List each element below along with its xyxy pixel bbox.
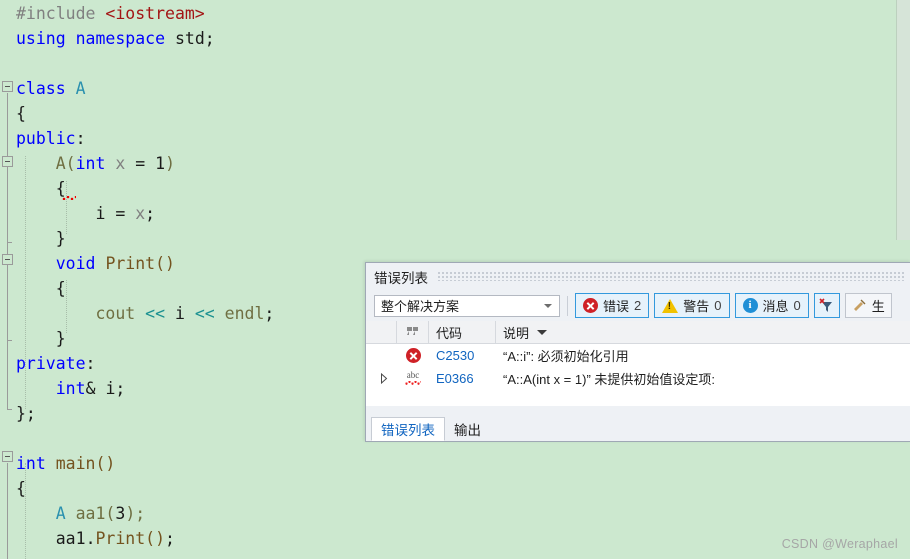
code-line-text: A(int x = 1) (55, 154, 175, 173)
scope-filter-value: 整个解决方案 (381, 299, 460, 314)
code-line-text: int main() (16, 454, 116, 473)
code-line-text: A aa1(3); (55, 504, 146, 523)
code-line[interactable]: public: (0, 126, 910, 151)
build-intellisense-button[interactable]: 生 (844, 293, 892, 318)
code-line-text: { (16, 479, 26, 498)
code-line-text: void Print() (55, 254, 175, 273)
error-list-header-row: 代码 说明 (366, 321, 910, 344)
code-line[interactable]: { (0, 476, 910, 501)
column-header-expander (366, 321, 397, 343)
toggle-warnings-button[interactable]: 警告 0 (654, 293, 730, 318)
clear-filter-button[interactable] (813, 293, 840, 318)
column-header-description-label: 说明 (503, 325, 530, 341)
error-list-titlebar[interactable]: 错误列表 (366, 263, 910, 290)
column-header-code[interactable]: 代码 (429, 321, 496, 343)
code-line-text: { (55, 279, 66, 298)
toggle-messages-count: 0 (793, 298, 801, 313)
code-line-text: private: (16, 354, 96, 373)
error-list-title: 错误列表 (374, 270, 428, 286)
table-row[interactable]: C2530 “A::i”: 必须初始化引用 (366, 344, 910, 367)
toolbar-separator-1 (567, 295, 568, 316)
code-line-text: { (55, 179, 66, 198)
code-line[interactable]: A aa1(3); (0, 501, 910, 526)
sort-descending-icon (537, 329, 548, 335)
build-intellisense-label: 生 (871, 299, 885, 314)
severity-column-icon (407, 326, 418, 335)
row-code[interactable]: C2530 (429, 348, 496, 363)
code-line-text: public: (16, 129, 86, 148)
drag-grip[interactable] (438, 272, 905, 281)
table-row[interactable]: abc E0366 “A::A(int x = 1)” 未提供初始值设定项: (366, 367, 910, 390)
code-line-text: } (55, 229, 66, 248)
row-severity-icon-cell: abc (397, 370, 429, 386)
code-line-text: i = x; (95, 204, 156, 223)
error-list-tabstrip[interactable]: 错误列表 输出 (366, 415, 910, 441)
code-line[interactable]: A(int x = 1) (0, 151, 910, 176)
error-icon (583, 298, 598, 313)
intellisense-abc-icon: abc (403, 370, 423, 386)
code-line-text: int& i; (55, 379, 126, 398)
code-line[interactable]: int main() (0, 451, 910, 476)
error-list-grid[interactable]: 代码 说明 C2530 “A::i”: 必须初始化引用 abc E0366 “A… (366, 321, 910, 406)
row-description[interactable]: “A::A(int x = 1)” 未提供初始值设定项: (496, 369, 910, 388)
column-header-severity[interactable] (397, 321, 429, 343)
toggle-errors-label: 错误 (603, 299, 630, 314)
row-severity-icon-cell (397, 348, 429, 363)
code-line-text: }; (16, 404, 36, 423)
error-list-panel[interactable]: 错误列表 整个解决方案 错误 2 警告 0 消息 0 (365, 262, 910, 442)
code-line-text: { (16, 104, 26, 123)
row-code[interactable]: E0366 (429, 371, 496, 386)
editor-vertical-scrollbar[interactable] (896, 0, 910, 240)
code-line[interactable]: using namespace std; (0, 26, 910, 51)
code-line[interactable]: #include <iostream> (0, 1, 910, 26)
error-icon (405, 348, 421, 363)
warning-icon (662, 298, 679, 313)
code-line-text: #include <iostream> (16, 4, 205, 23)
csdn-watermark: CSDN @Weraphael (781, 537, 898, 551)
code-line[interactable]: aa1.Print(); (0, 526, 910, 551)
error-squiggle (62, 196, 76, 200)
code-line[interactable]: } (0, 226, 910, 251)
chevron-down-icon (544, 303, 552, 308)
code-line-text: using namespace std; (16, 29, 215, 48)
code-line[interactable]: i = x; (0, 201, 910, 226)
code-line-text: } (55, 329, 66, 348)
toggle-warnings-label: 警告 (683, 299, 710, 314)
chevron-right-icon (381, 373, 388, 384)
tab-output[interactable]: 输出 (445, 417, 490, 441)
toggle-errors-button[interactable]: 错误 2 (575, 293, 650, 318)
code-line-text: class A (16, 79, 86, 98)
info-icon (742, 298, 758, 313)
row-description[interactable]: “A::i”: 必须初始化引用 (496, 346, 910, 365)
toggle-messages-label: 消息 (762, 299, 789, 314)
scope-filter-dropdown[interactable]: 整个解决方案 (374, 294, 560, 317)
code-line[interactable]: class A (0, 76, 910, 101)
clear-filter-icon (819, 297, 833, 312)
build-icon (853, 299, 866, 311)
vs-ide-screenshot: #include <iostream> using namespace std; c… (0, 0, 910, 559)
tab-error-list[interactable]: 错误列表 (371, 417, 445, 441)
toggle-errors-count: 2 (634, 298, 642, 313)
error-list-toolbar[interactable]: 整个解决方案 错误 2 警告 0 消息 0 (366, 290, 910, 321)
code-line[interactable] (0, 51, 910, 76)
toggle-messages-button[interactable]: 消息 0 (734, 293, 809, 318)
code-line[interactable]: { (0, 176, 910, 201)
code-line-text: aa1.Print(); (55, 529, 175, 548)
toggle-warnings-count: 0 (714, 298, 722, 313)
row-expander[interactable] (366, 373, 397, 384)
code-line-text: cout << i << endl; (95, 304, 275, 323)
column-header-description[interactable]: 说明 (496, 321, 910, 343)
code-line[interactable]: { (0, 101, 910, 126)
